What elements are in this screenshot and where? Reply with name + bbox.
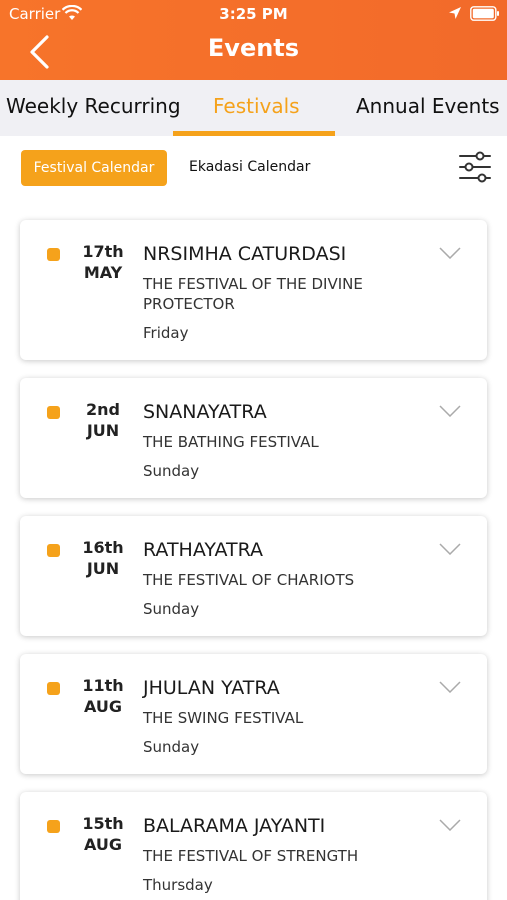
event-day: 2nd (86, 400, 120, 419)
event-month: MAY (83, 263, 123, 282)
event-date: 15th AUG (82, 813, 124, 855)
expand-chevron-icon[interactable] (439, 819, 461, 831)
status-dot (47, 544, 60, 557)
event-weekday: Sunday (143, 600, 200, 618)
event-subtitle: THE SWING FESTIVAL (143, 709, 304, 727)
event-weekday: Thursday (143, 876, 213, 894)
event-day: 17th (82, 242, 124, 261)
event-subtitle: THE BATHING FESTIVAL (143, 433, 319, 451)
event-date: 11th AUG (82, 675, 124, 717)
event-weekday: Sunday (143, 738, 200, 756)
location-arrow-icon (449, 7, 461, 19)
event-card[interactable]: 16th JUN RATHAYATRA THE FESTIVAL OF CHAR… (20, 516, 487, 636)
event-card[interactable]: 17th MAY NRSIMHA CATURDASI THE FESTIVAL … (20, 220, 487, 360)
event-subtitle: THE FESTIVAL OF THE DIVINE PROTECTOR (143, 275, 363, 313)
event-list: 17th MAY NRSIMHA CATURDASI THE FESTIVAL … (0, 200, 507, 900)
ekadasi-calendar-button[interactable]: Ekadasi Calendar (189, 159, 310, 175)
status-dot (47, 406, 60, 419)
status-time: 3:25 PM (219, 5, 288, 23)
calendar-switcher: Festival Calendar Ekadasi Calendar (0, 136, 507, 200)
event-day: 16th (82, 538, 124, 557)
battery-icon (470, 6, 499, 21)
event-date: 2nd JUN (82, 399, 124, 441)
event-card[interactable]: 2nd JUN SNANAYATRA THE BATHING FESTIVAL … (20, 378, 487, 498)
event-weekday: Friday (143, 324, 189, 342)
status-dot (47, 248, 60, 261)
event-month: AUG (83, 835, 122, 854)
event-day: 15th (82, 814, 124, 833)
event-month: AUG (83, 697, 122, 716)
expand-chevron-icon[interactable] (439, 543, 461, 555)
event-title: SNANAYATRA (143, 401, 267, 423)
event-title: JHULAN YATRA (143, 677, 280, 699)
event-month: JUN (86, 559, 120, 578)
tab-bar: Weekly Recurring Festivals Annual Events (0, 80, 507, 136)
filter-sliders-icon[interactable] (458, 150, 492, 184)
event-month: JUN (86, 421, 120, 440)
expand-chevron-icon[interactable] (439, 405, 461, 417)
tab-festivals[interactable]: Festivals (213, 94, 300, 118)
tab-annual-events[interactable]: Annual Events (356, 94, 500, 118)
expand-chevron-icon[interactable] (439, 247, 461, 259)
event-card[interactable]: 11th AUG JHULAN YATRA THE SWING FESTIVAL… (20, 654, 487, 774)
status-dot (47, 682, 60, 695)
event-title: NRSIMHA CATURDASI (143, 243, 347, 265)
tab-weekly-recurring[interactable]: Weekly Recurring (6, 94, 181, 118)
app-header: Carrier 3:25 PM Events (0, 0, 507, 80)
event-day: 11th (82, 676, 124, 695)
status-bar: Carrier 3:25 PM (0, 0, 507, 28)
event-title: RATHAYATRA (143, 539, 264, 561)
event-subtitle: THE FESTIVAL OF STRENGTH (143, 847, 359, 865)
expand-chevron-icon[interactable] (439, 681, 461, 693)
festival-calendar-button[interactable]: Festival Calendar (21, 150, 167, 186)
event-date: 16th JUN (82, 537, 124, 579)
event-date: 17th MAY (82, 241, 124, 283)
page-title: Events (207, 34, 300, 62)
event-card[interactable]: 15th AUG BALARAMA JAYANTI THE FESTIVAL O… (20, 792, 487, 900)
event-title: BALARAMA JAYANTI (143, 815, 326, 837)
event-subtitle: THE FESTIVAL OF CHARIOTS (143, 571, 355, 589)
event-weekday: Sunday (143, 462, 200, 480)
status-dot (47, 820, 60, 833)
